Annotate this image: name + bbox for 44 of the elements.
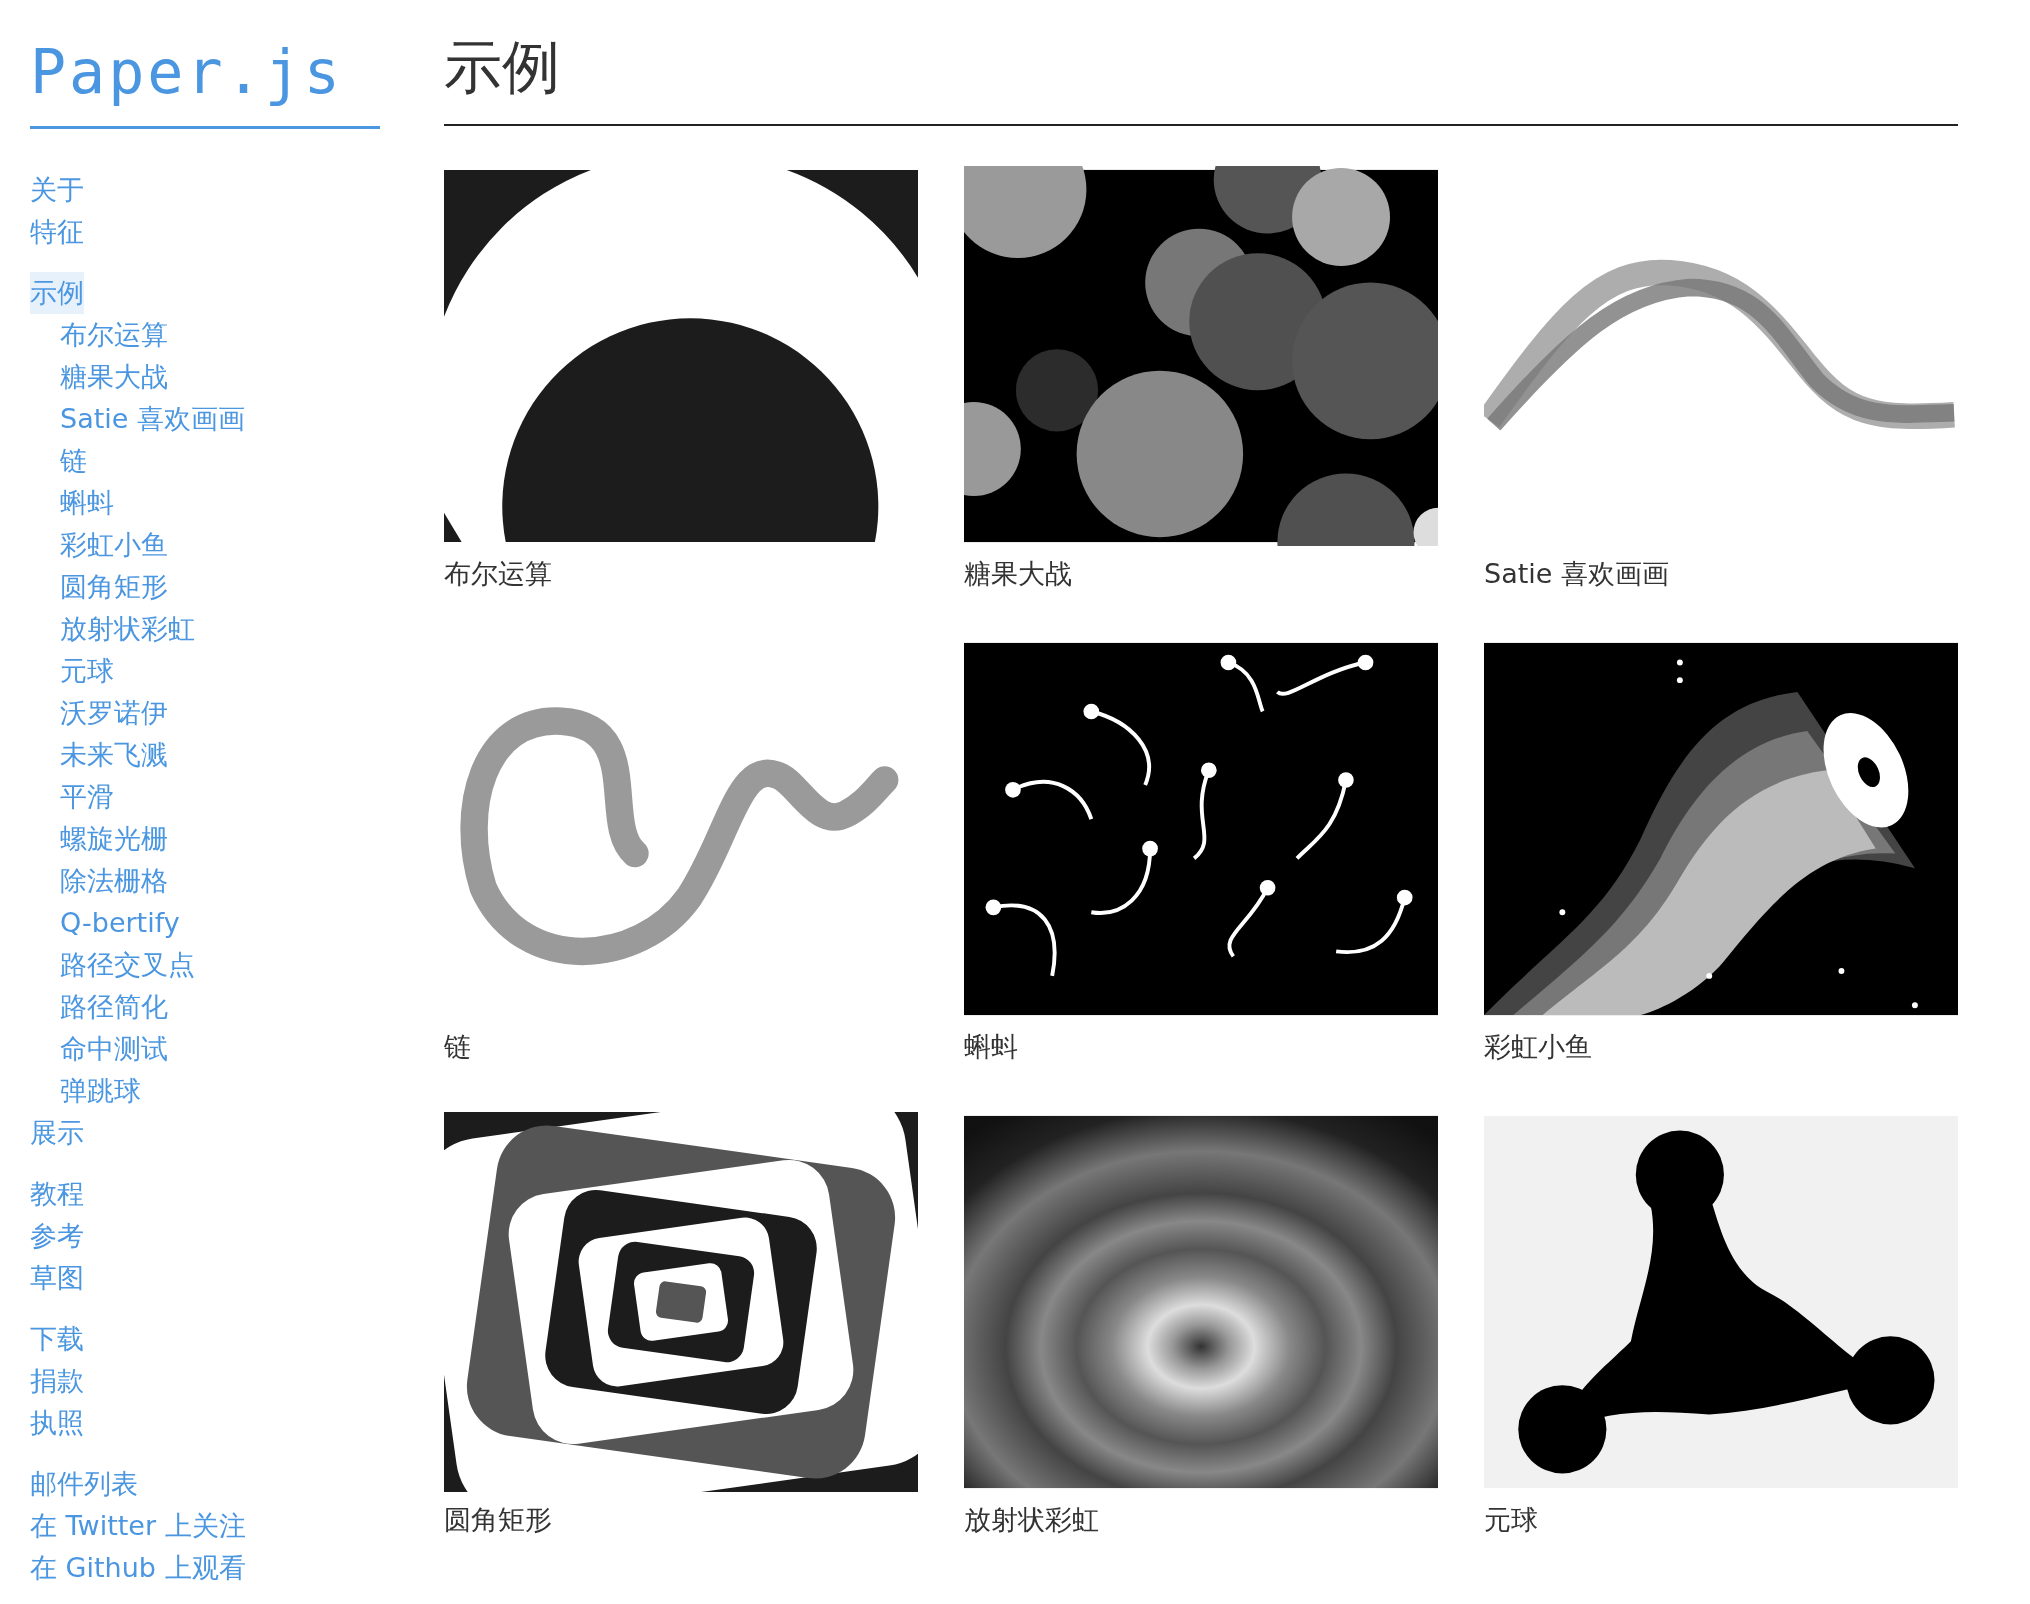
nav-link[interactable]: 执照 — [30, 1402, 84, 1444]
nav-link[interactable]: 链 — [60, 440, 87, 482]
nav-link[interactable]: 彩虹小鱼 — [60, 524, 168, 566]
example-caption[interactable]: 彩虹小鱼 — [1484, 1033, 1592, 1060]
example-caption[interactable]: 布尔运算 — [444, 560, 552, 587]
nav-link[interactable]: 路径简化 — [60, 986, 168, 1028]
nav-link[interactable]: 放射状彩虹 — [60, 608, 195, 650]
nav-link[interactable]: 除法栅格 — [60, 860, 168, 902]
example-caption[interactable]: 圆角矩形 — [444, 1506, 552, 1533]
nav-link[interactable]: Q-bertify — [60, 902, 180, 944]
nav-link[interactable]: 捐款 — [30, 1360, 84, 1402]
nav-link[interactable]: 平滑 — [60, 776, 114, 818]
nav-link[interactable]: 草图 — [30, 1257, 84, 1299]
example-caption[interactable]: 放射状彩虹 — [964, 1506, 1099, 1533]
nav-link[interactable]: 未来飞溅 — [60, 734, 168, 776]
nav-link[interactable]: 命中测试 — [60, 1028, 168, 1070]
page-title: 示例 — [444, 32, 560, 103]
nav-link[interactable]: 路径交叉点 — [60, 944, 195, 986]
example-caption[interactable]: 糖果大战 — [964, 560, 1072, 587]
example-caption[interactable]: 蝌蚪 — [964, 1033, 1018, 1060]
nav-link[interactable]: 糖果大战 — [60, 356, 168, 398]
example-caption[interactable]: Satie 喜欢画画 — [1484, 560, 1669, 587]
nav-link[interactable]: 示例 — [30, 272, 84, 314]
nav-link[interactable]: 圆角矩形 — [60, 566, 168, 608]
logo[interactable]: Paper.js — [30, 0, 380, 126]
nav-link[interactable]: 沃罗诺伊 — [60, 692, 168, 734]
nav-link[interactable]: 教程 — [30, 1173, 84, 1215]
nav-link[interactable]: 布尔运算 — [60, 314, 168, 356]
nav-link[interactable]: 关于 — [30, 169, 84, 211]
nav-link[interactable]: 在 Github 上观看 — [30, 1547, 246, 1589]
nav-link[interactable]: 蝌蚪 — [60, 482, 114, 524]
nav-link[interactable]: 元球 — [60, 650, 114, 692]
nav-link[interactable]: 螺旋光栅 — [60, 818, 168, 860]
nav-link[interactable]: 在 Twitter 上关注 — [30, 1505, 246, 1547]
nav-link[interactable]: 邮件列表 — [30, 1463, 138, 1505]
nav-link[interactable]: Satie 喜欢画画 — [60, 398, 245, 440]
nav-link[interactable]: 弹跳球 — [60, 1070, 141, 1112]
example-caption[interactable]: 链 — [444, 1033, 471, 1060]
nav-link[interactable]: 展示 — [30, 1112, 84, 1154]
nav-link[interactable]: 下载 — [30, 1318, 84, 1360]
example-caption[interactable]: 元球 — [1484, 1506, 1538, 1533]
nav-link[interactable]: 特征 — [30, 211, 84, 253]
nav-link[interactable]: 参考 — [30, 1215, 84, 1257]
bubbles-drawing[interactable] — [964, 166, 1438, 546]
